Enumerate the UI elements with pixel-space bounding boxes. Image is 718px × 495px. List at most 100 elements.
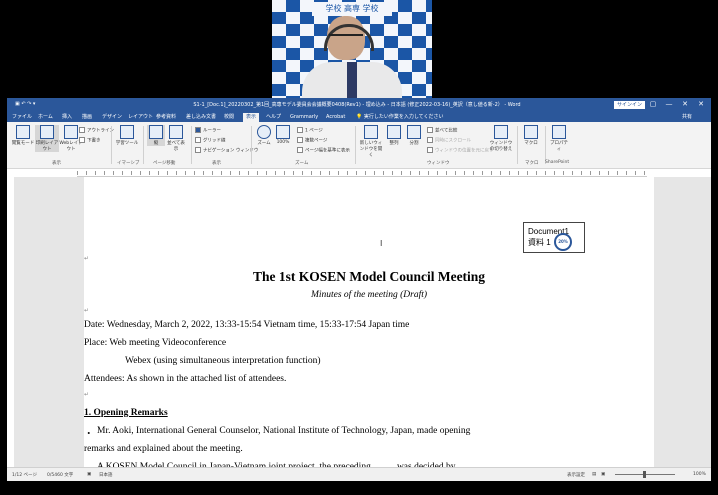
- one-page-button[interactable]: 1 ページ: [297, 127, 323, 134]
- immersive-reader-button[interactable]: 学習ツール: [115, 125, 139, 146]
- display-settings-button[interactable]: 表示設定: [567, 472, 585, 478]
- gridlines-label: グリッド線: [203, 138, 226, 144]
- group-macros: マクロ: [525, 161, 539, 166]
- ruler-checkbox: [195, 127, 201, 133]
- outline-checkbox: [79, 127, 85, 133]
- document-label-line1: Document1: [528, 227, 569, 236]
- macros-icon: [524, 125, 538, 139]
- section-opening-remarks: 1. Opening Remarks: [84, 408, 168, 418]
- tell-me-text: 実行したい作業を入力してください: [363, 114, 444, 120]
- tab-file[interactable]: ファイル: [9, 113, 35, 122]
- zoom-slider-thumb[interactable]: [643, 471, 646, 478]
- zoom-100-label: 100%: [276, 140, 290, 145]
- document-subtitle: Minutes of the meeting (Draft): [310, 290, 428, 300]
- tab-insert[interactable]: 挿入: [59, 113, 75, 122]
- tab-acrobat[interactable]: Acrobat: [323, 113, 348, 122]
- paragraph-1-line-2: remarks and explained about the meeting.: [84, 444, 243, 454]
- split-button[interactable]: 分割: [405, 125, 423, 146]
- webcam-video: 学校 高専 学校: [272, 0, 432, 98]
- minimize-button[interactable]: —: [663, 100, 675, 108]
- one-page-icon: [297, 127, 303, 133]
- ribbon-display-icon[interactable]: ▢: [647, 100, 659, 108]
- ruler-option[interactable]: ルーラー: [195, 127, 221, 134]
- new-window-label: 新しいウィンドウを開く: [359, 141, 383, 158]
- horizontal-ruler[interactable]: [77, 169, 647, 177]
- close-button[interactable]: ✕: [695, 100, 707, 108]
- speaker-tie: [347, 62, 357, 98]
- new-window-icon: [364, 125, 378, 139]
- side-by-side-icon: [169, 125, 183, 139]
- tab-references[interactable]: 参考資料: [153, 113, 179, 122]
- synchronous-scrolling-icon: [427, 137, 433, 143]
- new-window-button[interactable]: 新しいウィンドウを開く: [359, 125, 383, 158]
- document-page[interactable]: Document1 資料 1 20% I ↵ The 1st KOSEN Mod…: [84, 177, 654, 477]
- tab-mailings[interactable]: 差し込み文書: [183, 113, 219, 122]
- multiple-pages-label: 複数ページ: [305, 138, 328, 144]
- ruler-label: ルーラー: [203, 128, 221, 134]
- tab-layout[interactable]: レイアウト: [125, 113, 156, 122]
- proofing-icon[interactable]: ▣: [87, 472, 91, 477]
- gridlines-option[interactable]: グリッド線: [195, 137, 226, 144]
- group-sharepoint: SharePoint: [545, 160, 570, 165]
- multiple-pages-button[interactable]: 複数ページ: [297, 137, 327, 144]
- meeting-place: Place: Web meeting Videoconference: [84, 338, 227, 348]
- print-layout-button[interactable]: 印刷レイアウト: [35, 125, 59, 152]
- meeting-place-webex: Webex (using simultaneous interpretation…: [125, 356, 321, 366]
- divider: [517, 126, 518, 164]
- page-width-button[interactable]: ページ幅を基準に表示: [297, 147, 350, 154]
- signin-button[interactable]: サインイン: [614, 101, 646, 109]
- share-button[interactable]: 共有: [679, 113, 695, 122]
- language-indicator[interactable]: 日本語: [99, 472, 113, 478]
- switch-windows-button[interactable]: ウィンドウの切り替え: [489, 125, 513, 152]
- paragraph-1-line-1: Mr. Aoki, International General Counselo…: [97, 426, 471, 436]
- outline-option[interactable]: アウトライン: [79, 127, 114, 134]
- draft-label: 下書き: [87, 138, 101, 144]
- one-page-label: 1 ページ: [305, 128, 323, 134]
- immersive-reader-label: 学習ツール: [115, 141, 139, 146]
- tab-draw[interactable]: 描画: [79, 113, 95, 122]
- zoom-label: ズーム: [257, 141, 271, 146]
- group-window: ウィンドウ: [427, 161, 450, 166]
- properties-label: プロパティ: [550, 141, 568, 152]
- tab-home[interactable]: ホーム: [35, 113, 56, 122]
- tab-design[interactable]: デザイン: [99, 113, 125, 122]
- print-layout-status-icon[interactable]: ▣: [601, 472, 605, 477]
- tab-review[interactable]: 校閲: [221, 113, 237, 122]
- page-count[interactable]: 1/12 ページ: [12, 472, 37, 478]
- divider: [111, 126, 112, 164]
- vertical-button[interactable]: 縦: [147, 125, 165, 146]
- side-by-side-button[interactable]: 並べて表示: [165, 125, 187, 152]
- tab-view[interactable]: 表示: [243, 113, 260, 122]
- tab-grammarly[interactable]: Grammarly: [287, 113, 321, 122]
- meeting-date: Date: Wednesday, March 2, 2022, 13:33-15…: [84, 320, 410, 330]
- save-icon[interactable]: ▣ ↶ ↷ ▾: [15, 101, 35, 107]
- group-views: 表示: [52, 161, 61, 166]
- read-mode-icon: [16, 125, 30, 139]
- synchronous-scrolling-button[interactable]: 同時にスクロール: [427, 137, 471, 144]
- tab-help[interactable]: ヘルプ: [263, 113, 284, 122]
- zoom-level[interactable]: 100%: [693, 472, 706, 477]
- word-count[interactable]: 0/5460 文字: [47, 472, 73, 478]
- zoom-100-button[interactable]: 100%: [273, 125, 293, 145]
- group-immersive: イマーシブ: [117, 161, 140, 166]
- tell-me-search[interactable]: 💡 実行したい作業を入力してください: [353, 113, 447, 122]
- paragraph-mark-icon: ↵: [84, 391, 90, 398]
- page-width-icon: [297, 147, 303, 153]
- view-side-by-side-button[interactable]: 並べて比較: [427, 127, 457, 134]
- status-bar: 1/12 ページ 0/5460 文字 ▣ 日本語 表示設定 ▤ ▣ 100%: [7, 467, 711, 481]
- reset-window-position-button[interactable]: ウィンドウの位置を元に戻す: [427, 147, 494, 154]
- zoom-indicator-badge: 20%: [554, 233, 572, 251]
- properties-button[interactable]: プロパティ: [549, 125, 569, 152]
- draft-option[interactable]: 下書き: [79, 137, 101, 144]
- divider: [545, 126, 546, 164]
- macros-button[interactable]: マクロ: [521, 125, 541, 146]
- navigation-pane-option[interactable]: ナビゲーション ウィンドウ: [195, 147, 258, 154]
- read-mode-status-icon[interactable]: ▤: [592, 472, 596, 477]
- arrange-all-label: 整列: [389, 141, 399, 146]
- arrange-all-button[interactable]: 整列: [385, 125, 403, 146]
- restore-button[interactable]: ✕: [679, 100, 691, 108]
- meeting-attendees: Attendees: As shown in the attached list…: [84, 374, 287, 384]
- zoom-button[interactable]: ズーム: [255, 125, 273, 146]
- read-mode-button[interactable]: 閲覧モード: [11, 125, 35, 146]
- group-page-movement: ページ移動: [153, 161, 176, 166]
